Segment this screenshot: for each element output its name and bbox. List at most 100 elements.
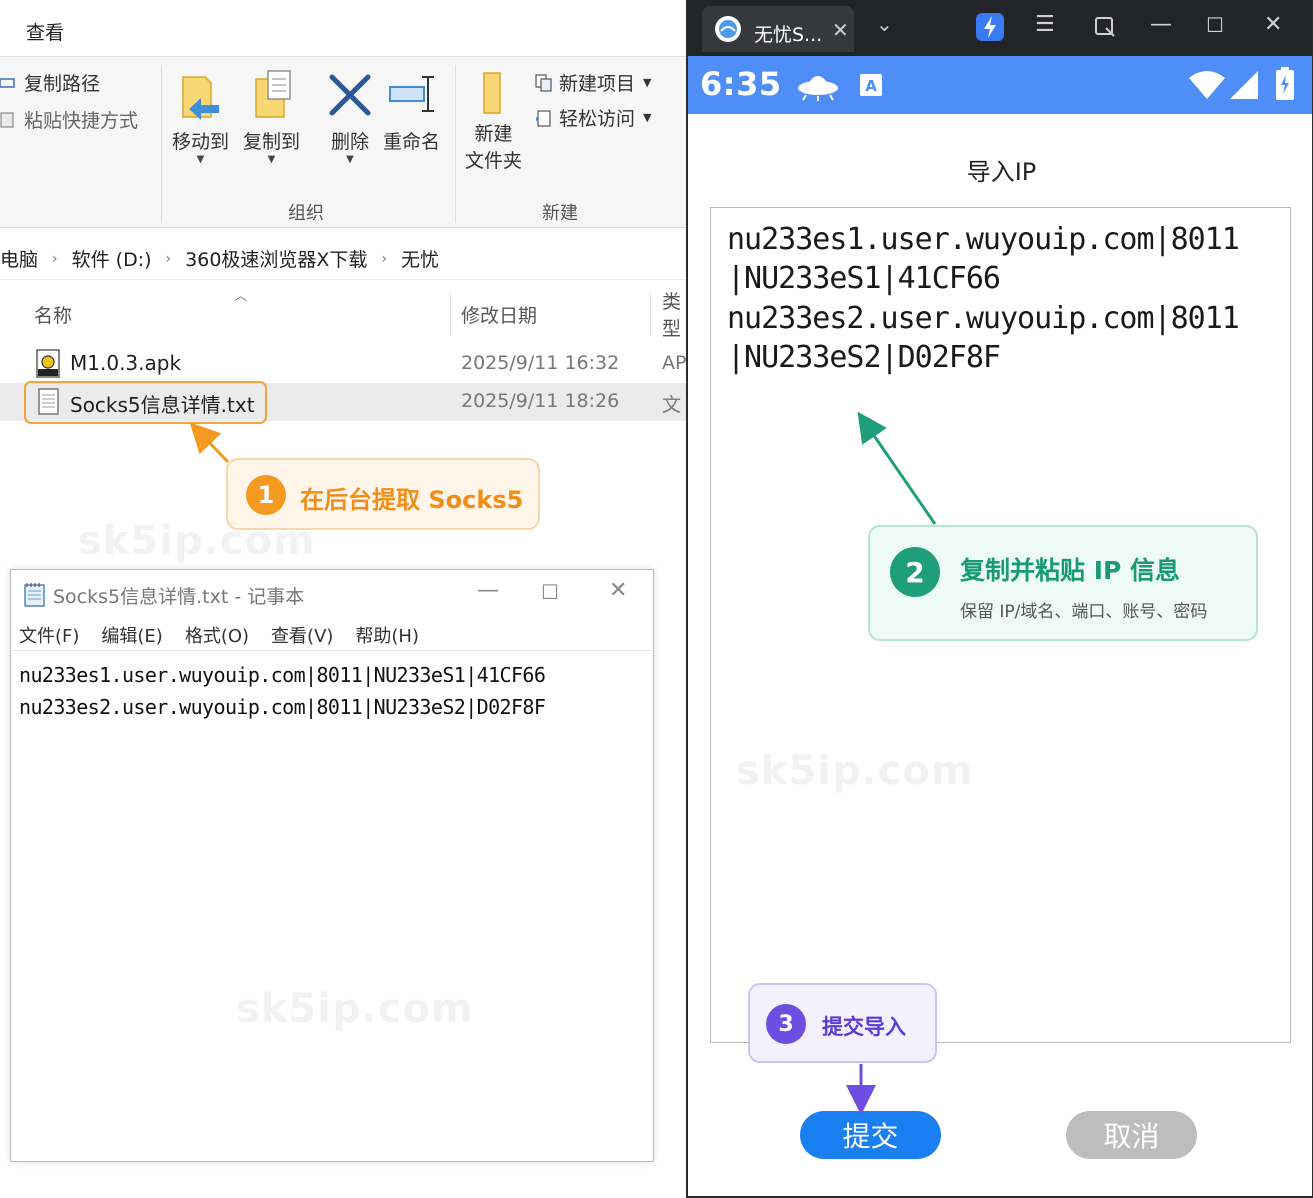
chevron-right-icon: ›	[381, 250, 388, 267]
menu-file[interactable]: 文件(F)	[19, 622, 79, 648]
step2-badge: 2	[890, 547, 940, 597]
battery-charging-icon	[1276, 67, 1294, 100]
watermark: sk5ip.com	[236, 986, 474, 1032]
step1-text: 在后台提取 Socks5	[300, 486, 524, 514]
copy-path-button[interactable]: 复制路径	[0, 69, 100, 96]
paste-shortcut-icon	[0, 111, 14, 128]
dropdown-caret-icon: ▼	[643, 76, 652, 89]
dropdown-caret-icon: ▼	[643, 111, 652, 124]
easy-access-icon	[536, 109, 551, 127]
notepad-window: Socks5信息详情.txt - 记事本 — ☐ ✕ 文件(F) 编辑(E) 格…	[10, 569, 654, 1162]
column-divider[interactable]	[650, 292, 651, 336]
ribbon-divider	[455, 65, 456, 223]
breadcrumb[interactable]: 电脑 › 软件 (D:) › 360极速浏览器X下载 › 无忧	[0, 238, 686, 280]
tab-close-icon[interactable]: ✕	[832, 18, 849, 42]
step2-text: 复制并粘贴 IP 信息	[960, 556, 1181, 585]
easy-access-button[interactable]: 轻松访问 ▼	[535, 104, 651, 131]
dropdown-caret-icon: ▼	[267, 154, 276, 165]
notepad-title: Socks5信息详情.txt - 记事本	[53, 586, 305, 608]
apk-file-icon	[36, 349, 60, 378]
new-item-button[interactable]: 新建项目 ▼	[535, 69, 651, 96]
step1-callout: 1 在后台提取 Socks5	[226, 458, 540, 530]
svg-text:A: A	[865, 77, 877, 95]
ribbon-tab-view[interactable]: 查看	[26, 18, 64, 45]
close-icon[interactable]: ✕	[1264, 12, 1282, 37]
sort-ascending-icon: ︿	[234, 289, 248, 304]
dropdown-caret-icon: ▼	[196, 154, 205, 165]
file-type: 文	[662, 394, 682, 416]
wifi-icon	[1189, 71, 1225, 99]
move-to-icon	[181, 76, 219, 120]
breadcrumb-download[interactable]: 360极速浏览器X下载	[185, 245, 367, 272]
copy-to-icon	[254, 70, 291, 118]
close-icon[interactable]: ✕	[609, 578, 627, 603]
column-divider[interactable]	[450, 292, 451, 336]
text-line: nu233es1.user.wuyouip.com|8011|NU233eS1|…	[19, 663, 546, 687]
textarea-line: |NU233eS1|41CF66	[727, 261, 1001, 296]
lightning-icon[interactable]	[976, 13, 1004, 41]
new-item-icon	[535, 73, 552, 92]
menu-icon[interactable]: ☰	[1035, 12, 1055, 37]
file-highlight-box	[24, 381, 267, 424]
file-row-apk[interactable]: M1.0.3.apk 2025/9/11 16:32 AP	[0, 345, 686, 383]
emulator-tab-title: 无忧S...	[754, 24, 823, 46]
breadcrumb-wuyou[interactable]: 无忧	[401, 245, 439, 272]
rename-icon	[388, 76, 434, 112]
file-type: AP	[662, 352, 686, 374]
new-folder-button[interactable]: 新建 文件夹	[465, 69, 522, 175]
paste-shortcut-button[interactable]: 粘贴快捷方式	[0, 106, 138, 133]
dropdown-caret-icon: ▼	[346, 154, 354, 165]
step1-badge: 1	[246, 475, 286, 515]
watermark: sk5ip.com	[736, 748, 974, 794]
chevron-right-icon: ›	[52, 250, 58, 267]
step3-text: 提交导入	[822, 1015, 906, 1039]
rename-button[interactable]: 重命名	[383, 69, 440, 156]
app-logo-icon	[715, 16, 741, 42]
maximize-icon[interactable]: ☐	[541, 580, 559, 604]
keyboard-a-icon: A	[860, 74, 882, 96]
file-name: M1.0.3.apk	[70, 351, 182, 375]
breadcrumb-drive[interactable]: 软件 (D:)	[72, 245, 152, 272]
notepad-text-area[interactable]: nu233es1.user.wuyouip.com|8011|NU233eS1|…	[11, 650, 653, 1161]
chevron-down-icon[interactable]: ⌄	[876, 12, 893, 36]
menu-edit[interactable]: 编辑(E)	[101, 622, 162, 648]
textarea-line: nu233es2.user.wuyouip.com|8011	[727, 301, 1240, 336]
file-date: 2025/9/11 16:32	[461, 352, 620, 374]
step2-callout: 2 复制并粘贴 IP 信息 保留 IP/域名、端口、账号、密码	[868, 525, 1258, 641]
ufo-icon	[798, 76, 838, 101]
minimize-icon[interactable]: —	[477, 578, 499, 603]
copy-path-icon	[0, 77, 15, 88]
ribbon: 复制路径 粘贴快捷方式 移动到 ▼ 复制到 ▼ 删除 ▼ 重命名 组织 新建 文…	[0, 56, 686, 228]
menu-view[interactable]: 查看(V)	[271, 622, 333, 648]
new-folder-icon	[482, 72, 501, 114]
notepad-menu-bar: 文件(F) 编辑(E) 格式(O) 查看(V) 帮助(H)	[19, 622, 441, 648]
step2-subtext: 保留 IP/域名、端口、账号、密码	[960, 602, 1208, 622]
column-header-date[interactable]: 修改日期	[461, 290, 537, 338]
notepad-icon	[24, 583, 45, 607]
emulator-title-bar: 无忧S... ✕ ⌄ ☰ — ☐ ✕	[688, 0, 1312, 56]
delete-x-icon	[329, 74, 371, 116]
group-organize-label: 组织	[288, 203, 324, 224]
chevron-right-icon: ›	[165, 250, 172, 267]
move-to-button[interactable]: 移动到 ▼	[172, 69, 229, 165]
menu-help[interactable]: 帮助(H)	[355, 622, 419, 648]
cancel-button[interactable]: 取消	[1066, 1111, 1197, 1159]
column-header-type[interactable]: 类型	[662, 290, 686, 338]
textarea-line: nu233es1.user.wuyouip.com|8011	[727, 222, 1240, 257]
delete-button[interactable]: 删除 ▼	[328, 69, 372, 165]
maximize-icon[interactable]: ☐	[1206, 13, 1224, 37]
step3-callout: 3 提交导入	[748, 983, 937, 1063]
breadcrumb-pc[interactable]: 电脑	[0, 245, 38, 272]
screen-rotate-icon[interactable]	[1094, 16, 1116, 38]
status-time: 6:35	[700, 65, 782, 103]
page-title: 导入IP	[966, 158, 1037, 186]
copy-to-button[interactable]: 复制到 ▼	[243, 69, 300, 165]
submit-button[interactable]: 提交	[800, 1111, 941, 1159]
step3-badge: 3	[766, 1004, 806, 1044]
minimize-icon[interactable]: —	[1150, 12, 1172, 37]
column-header-name[interactable]: 名称	[34, 290, 72, 338]
text-line: nu233es2.user.wuyouip.com|8011|NU233eS2|…	[19, 695, 546, 719]
textarea-line: |NU233eS2|D02F8F	[727, 340, 1001, 375]
emulator-tab[interactable]: 无忧S... ✕	[702, 6, 854, 52]
menu-format[interactable]: 格式(O)	[185, 622, 249, 648]
